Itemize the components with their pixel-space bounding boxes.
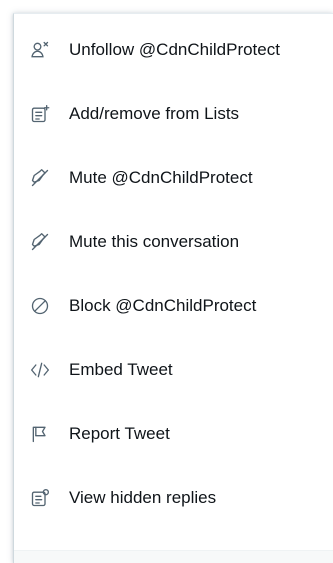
menu-item-report-tweet[interactable]: Report Tweet <box>14 402 333 466</box>
menu-item-label: Add/remove from Lists <box>69 104 240 123</box>
menu-item-mute-user[interactable]: Mute @CdnChildProtect <box>14 146 333 210</box>
menu-item-mute-conversation[interactable]: Mute this conversation <box>14 210 333 274</box>
menu-item-view-hidden-replies[interactable]: View hidden replies <box>14 466 333 530</box>
menu-item-label: Mute this conversation <box>69 232 240 251</box>
embed-code-icon <box>29 359 51 381</box>
menu-item-add-remove-lists[interactable]: Add/remove from Lists <box>14 82 333 146</box>
tweet-options-menu: Unfollow @CdnChildProtect Add/remove fro… <box>13 13 333 563</box>
menu-footer-strip <box>14 550 333 563</box>
block-icon <box>29 295 51 317</box>
report-flag-icon <box>29 423 51 445</box>
lists-icon <box>29 103 51 125</box>
mute-icon <box>29 167 51 189</box>
menu-item-label: Unfollow @CdnChildProtect <box>69 40 280 59</box>
menu-item-label: Embed Tweet <box>69 360 173 379</box>
unfollow-user-icon <box>29 39 51 61</box>
menu-item-unfollow[interactable]: Unfollow @CdnChildProtect <box>14 18 333 82</box>
menu-item-label: View hidden replies <box>69 488 217 507</box>
menu-item-embed-tweet[interactable]: Embed Tweet <box>14 338 333 402</box>
menu-item-block-user[interactable]: Block @CdnChildProtect <box>14 274 333 338</box>
mute-conversation-icon <box>29 231 51 253</box>
menu-item-label: Block @CdnChildProtect <box>69 296 257 315</box>
menu-item-label: Mute @CdnChildProtect <box>69 168 253 187</box>
hidden-replies-icon <box>29 487 51 509</box>
menu-item-label: Report Tweet <box>69 424 170 443</box>
